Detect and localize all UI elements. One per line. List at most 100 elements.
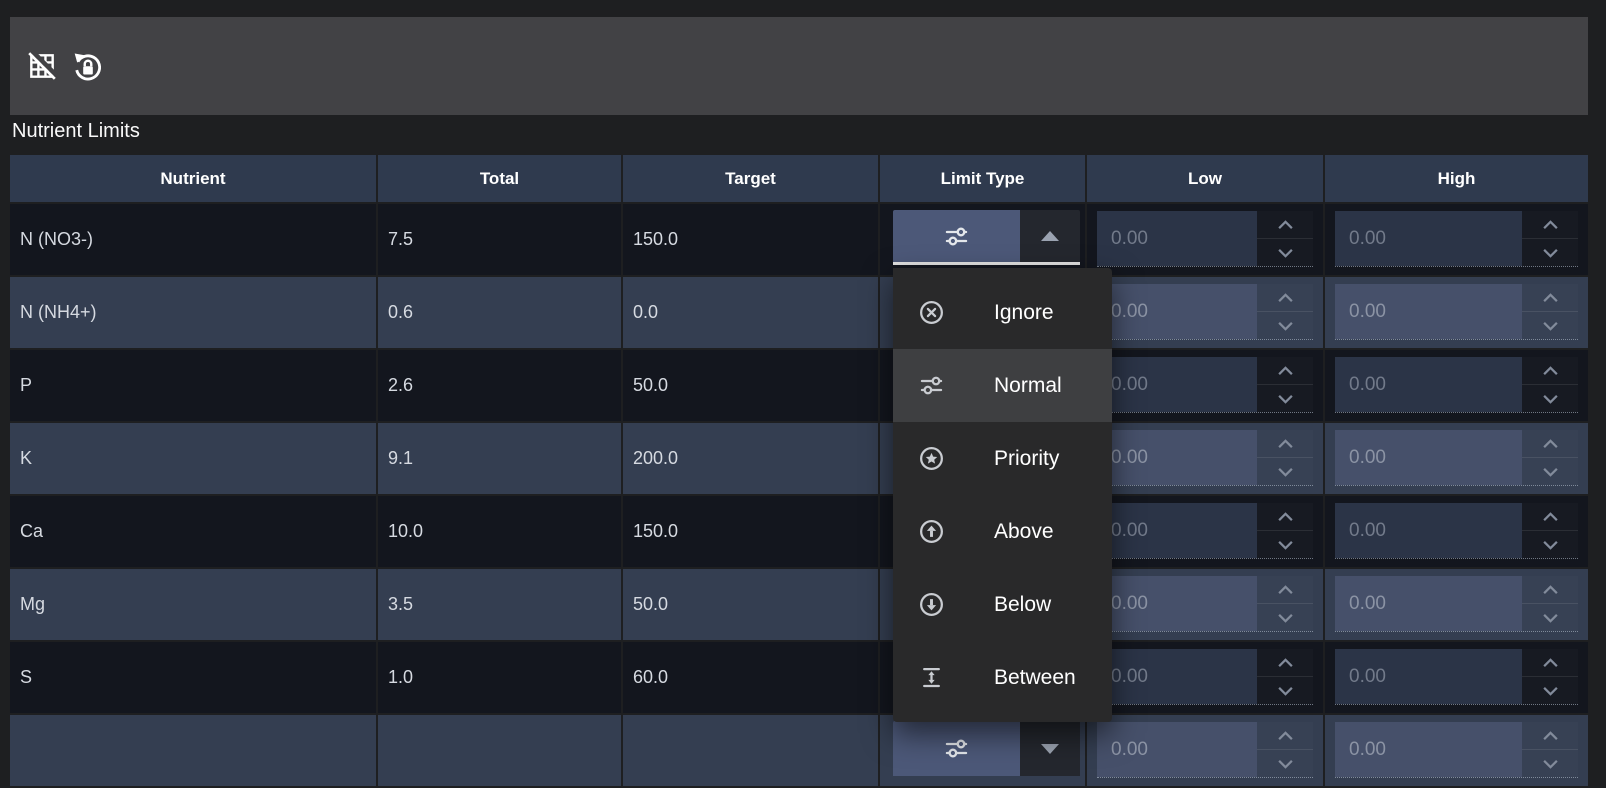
menu-item-below[interactable]: Below: [893, 568, 1112, 641]
page-title: Nutrient Limits: [12, 118, 140, 144]
high-input[interactable]: [1335, 722, 1522, 777]
low-input[interactable]: [1097, 211, 1257, 266]
low-input[interactable]: [1097, 430, 1257, 485]
col-header-nutrient: Nutrient: [10, 155, 376, 202]
step-up-button[interactable]: [1257, 649, 1313, 677]
target-value: 50.0: [623, 569, 878, 640]
high-input[interactable]: [1335, 430, 1522, 485]
chevron-down-icon: [1277, 248, 1294, 258]
menu-item-priority[interactable]: Priority: [893, 422, 1112, 495]
grid-off-button[interactable]: [24, 48, 60, 84]
step-down-button[interactable]: [1257, 312, 1313, 339]
lock-reset-button[interactable]: [70, 48, 106, 84]
tune-icon: [943, 223, 970, 250]
step-down-button[interactable]: [1257, 385, 1313, 412]
step-down-button[interactable]: [1257, 239, 1313, 266]
table-row: N (NO3-) 7.5 150.0: [10, 204, 1588, 275]
total-value: 3.5: [378, 569, 621, 640]
step-up-button[interactable]: [1522, 722, 1578, 750]
total-value: 1.0: [378, 642, 621, 713]
high-field: [1335, 284, 1578, 340]
high-input[interactable]: [1335, 284, 1522, 339]
menu-item-above[interactable]: Above: [893, 495, 1112, 568]
col-header-high: High: [1325, 155, 1588, 202]
menu-item-between[interactable]: Between: [893, 641, 1112, 714]
chevron-down-icon: [1542, 540, 1559, 550]
menu-item-label: Between: [994, 666, 1076, 690]
stepper: [1257, 211, 1313, 266]
table-row: N (NH4+) 0.6 0.0: [10, 277, 1588, 348]
step-down-button[interactable]: [1257, 750, 1313, 777]
step-down-button[interactable]: [1522, 677, 1578, 704]
low-field: [1097, 576, 1313, 632]
step-down-button[interactable]: [1522, 385, 1578, 412]
stepper: [1257, 430, 1313, 485]
step-down-button[interactable]: [1522, 312, 1578, 339]
step-up-button[interactable]: [1522, 576, 1578, 604]
table-row: [10, 715, 1588, 786]
stepper: [1522, 576, 1578, 631]
step-up-button[interactable]: [1257, 357, 1313, 385]
low-input[interactable]: [1097, 576, 1257, 631]
low-input[interactable]: [1097, 503, 1257, 558]
nutrient-limits-table: Nutrient Total Target Limit Type Low Hig…: [10, 155, 1588, 788]
step-up-button[interactable]: [1522, 211, 1578, 239]
step-up-button[interactable]: [1257, 722, 1313, 750]
step-down-button[interactable]: [1257, 531, 1313, 558]
step-up-button[interactable]: [1522, 503, 1578, 531]
chevron-down-icon: [1277, 759, 1294, 769]
arrow-down-circle-icon: [918, 591, 945, 618]
step-up-button[interactable]: [1257, 503, 1313, 531]
step-down-button[interactable]: [1257, 458, 1313, 485]
step-down-button[interactable]: [1522, 531, 1578, 558]
low-field: [1097, 649, 1313, 705]
high-input[interactable]: [1335, 503, 1522, 558]
step-up-button[interactable]: [1257, 211, 1313, 239]
menu-item-ignore[interactable]: Ignore: [893, 276, 1112, 349]
step-up-button[interactable]: [1522, 284, 1578, 312]
high-input[interactable]: [1335, 357, 1522, 412]
col-header-total: Total: [378, 155, 621, 202]
step-down-button[interactable]: [1522, 604, 1578, 631]
high-field: [1335, 357, 1578, 413]
menu-item-normal[interactable]: Normal: [893, 349, 1112, 422]
step-up-button[interactable]: [1257, 576, 1313, 604]
stepper: [1522, 284, 1578, 339]
high-input[interactable]: [1335, 649, 1522, 704]
triangle-up-icon: [1041, 231, 1059, 241]
chevron-down-icon: [1277, 613, 1294, 623]
chevron-up-icon: [1542, 366, 1559, 376]
target-value: 50.0: [623, 350, 878, 421]
tune-icon: [918, 372, 945, 399]
step-up-button[interactable]: [1257, 284, 1313, 312]
table-header-row: Nutrient Total Target Limit Type Low Hig…: [10, 155, 1588, 202]
step-down-button[interactable]: [1522, 750, 1578, 777]
chevron-down-icon: [1542, 467, 1559, 477]
low-input[interactable]: [1097, 357, 1257, 412]
nutrient-value: N (NH4+): [10, 277, 376, 348]
step-up-button[interactable]: [1257, 430, 1313, 458]
chevron-up-icon: [1542, 731, 1559, 741]
low-input[interactable]: [1097, 722, 1257, 777]
table-row: Mg 3.5 50.0: [10, 569, 1588, 640]
step-down-button[interactable]: [1257, 677, 1313, 704]
stepper: [1522, 430, 1578, 485]
step-up-button[interactable]: [1522, 430, 1578, 458]
low-input[interactable]: [1097, 284, 1257, 339]
select-arrow: [1020, 721, 1080, 776]
step-down-button[interactable]: [1522, 458, 1578, 485]
limit-type-select[interactable]: [893, 210, 1080, 265]
limit-type-select[interactable]: [893, 721, 1080, 776]
triangle-down-icon: [1041, 744, 1059, 754]
target-value: 200.0: [623, 423, 878, 494]
high-input[interactable]: [1335, 211, 1522, 266]
step-down-button[interactable]: [1522, 239, 1578, 266]
panel-toolbar: [10, 17, 1588, 115]
step-down-button[interactable]: [1257, 604, 1313, 631]
nutrient-value: S: [10, 642, 376, 713]
low-input[interactable]: [1097, 649, 1257, 704]
high-field: [1335, 430, 1578, 486]
step-up-button[interactable]: [1522, 357, 1578, 385]
step-up-button[interactable]: [1522, 649, 1578, 677]
high-input[interactable]: [1335, 576, 1522, 631]
